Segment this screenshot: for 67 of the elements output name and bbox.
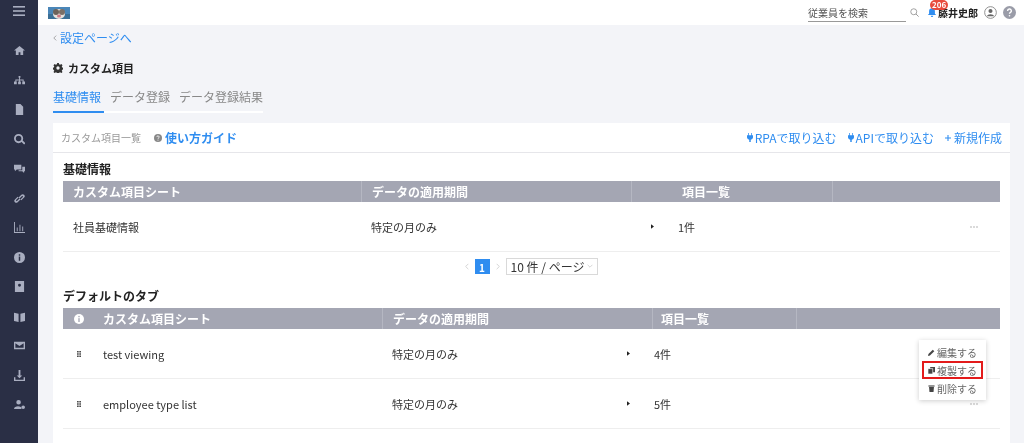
toolbar-link[interactable]: RPAで取り込む <box>746 129 837 146</box>
page-size-select[interactable]: 10 件 / ページ <box>505 257 599 275</box>
drag-handle-icon[interactable] <box>76 400 81 407</box>
avatar-icon[interactable] <box>984 6 997 19</box>
column-header: 項目一覧 <box>661 310 709 327</box>
expand-icon[interactable] <box>651 224 654 229</box>
page-title: カスタム項目 <box>68 60 134 76</box>
table-cell: 4件 <box>654 345 672 362</box>
menu-item[interactable]: 編集する <box>922 343 983 361</box>
trash-icon <box>928 384 935 392</box>
menu-icon[interactable] <box>13 6 25 16</box>
drag-handle-icon[interactable] <box>76 350 81 357</box>
tab[interactable]: データ登録結果 <box>179 88 267 113</box>
settings-icon <box>53 63 63 73</box>
tab[interactable]: データ登録 <box>110 88 174 113</box>
section-title: デフォルトのタブ <box>63 287 160 304</box>
chart-icon[interactable] <box>13 222 25 233</box>
toolbar-link[interactable]: 新規作成 <box>945 129 1002 146</box>
expand-icon[interactable] <box>627 401 630 406</box>
copy-icon <box>928 366 935 374</box>
info-icon[interactable] <box>13 251 25 263</box>
guide-link[interactable]: 使い方ガイド <box>154 129 237 146</box>
table-cell: employee type list <box>103 395 197 412</box>
column-header: 項目一覧 <box>682 183 730 200</box>
table-cell: 特定の月のみ <box>392 345 458 362</box>
link-icon[interactable] <box>13 192 25 204</box>
table-cell: 5件 <box>654 395 672 412</box>
user-gear-icon[interactable] <box>13 399 25 410</box>
mail-icon[interactable] <box>13 340 25 351</box>
table-cell: 1件 <box>678 218 696 235</box>
plus-icon <box>945 134 951 141</box>
expand-icon[interactable] <box>627 351 630 356</box>
plug-icon <box>847 133 854 142</box>
table-cell: 特定の月のみ <box>371 218 437 235</box>
column-header: データの適用期間 <box>372 183 468 200</box>
caret-icon <box>587 264 594 268</box>
info-icon <box>73 313 84 324</box>
menu-item[interactable]: 削除する <box>922 379 983 397</box>
plug-icon <box>746 133 753 142</box>
back-link[interactable]: 設定ページへ <box>53 29 132 46</box>
table-cell: 社員基礎情報 <box>73 218 139 235</box>
tab[interactable]: 基礎情報 <box>53 88 104 113</box>
table-cell: 特定の月のみ <box>392 395 458 412</box>
document-icon[interactable] <box>13 104 25 115</box>
card-title: カスタム項目一覧 <box>61 130 141 145</box>
column-header: カスタム項目シート <box>103 310 211 327</box>
help-icon <box>154 133 162 142</box>
menu-item[interactable]: 複製する <box>922 361 983 379</box>
chevron-left-icon <box>53 34 57 41</box>
pencil-icon <box>928 348 935 356</box>
contact-card-icon[interactable] <box>13 281 25 292</box>
download-icon[interactable] <box>13 369 25 381</box>
page-button[interactable]: 1 <box>474 258 490 274</box>
sitemap-icon[interactable] <box>13 74 25 86</box>
section-title: 基礎情報 <box>63 160 112 177</box>
help-icon[interactable] <box>1003 6 1016 19</box>
book-icon[interactable] <box>13 310 25 322</box>
toolbar-link[interactable]: APIで取り込む <box>847 129 934 146</box>
column-header: データの適用期間 <box>393 310 489 327</box>
column-header: カスタム項目シート <box>73 183 181 200</box>
table-cell: test viewing <box>103 345 165 362</box>
notification-badge: 206 <box>930 0 949 10</box>
chat-icon[interactable] <box>13 163 25 174</box>
employee-search-field[interactable]: 従業員を検索 <box>808 3 906 22</box>
home-icon[interactable] <box>13 45 25 56</box>
search-icon[interactable] <box>13 133 25 145</box>
bell-icon[interactable] <box>927 7 937 18</box>
